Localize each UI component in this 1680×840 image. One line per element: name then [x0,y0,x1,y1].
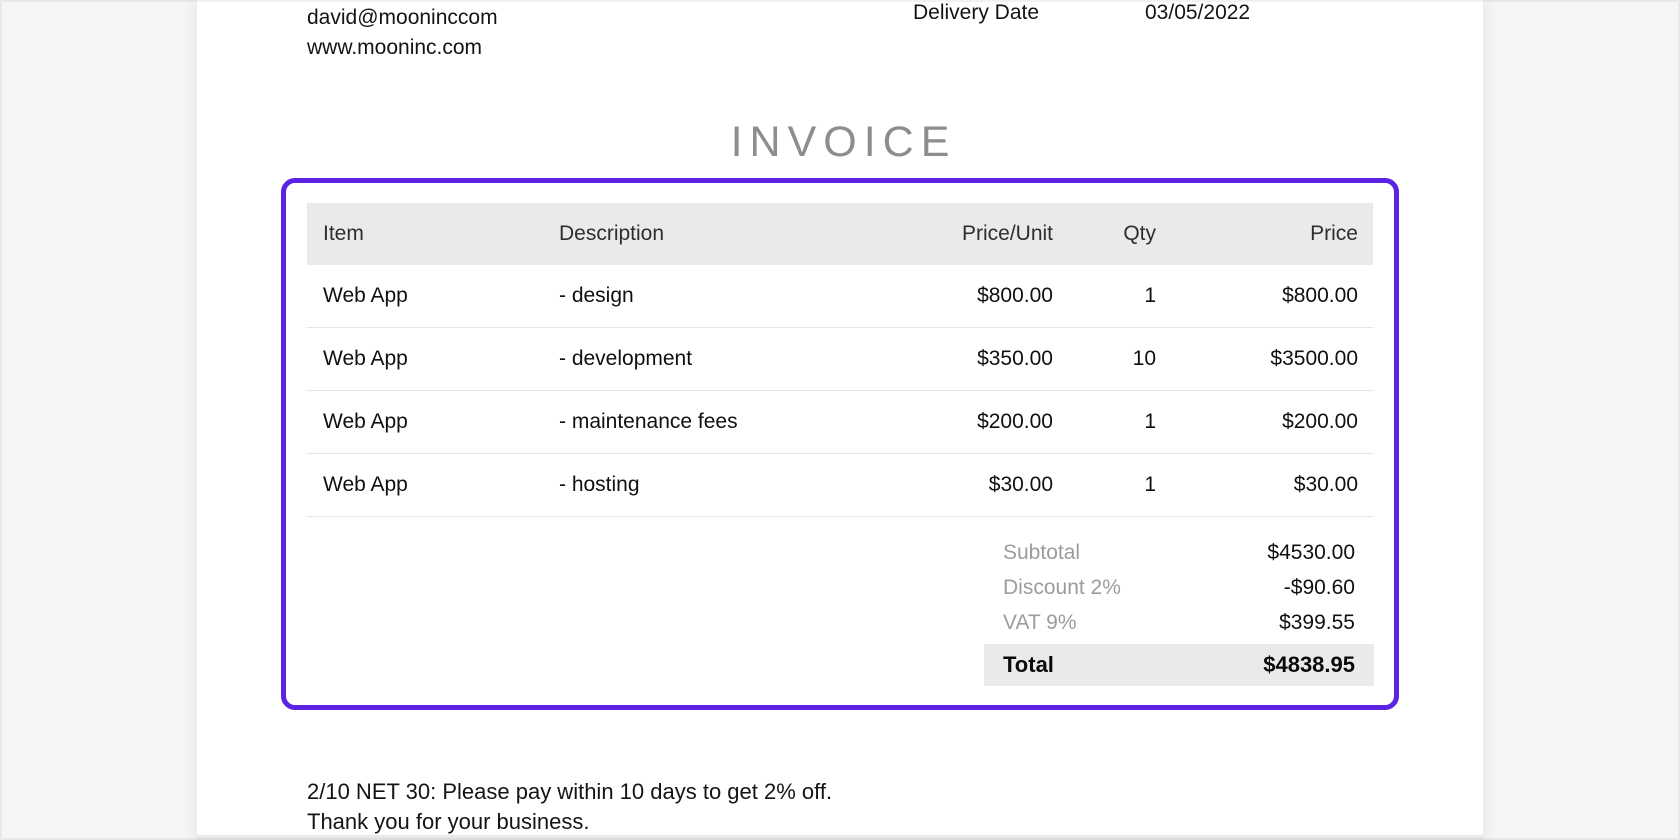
contact-website: www.mooninc.com [307,36,483,59]
column-header-item: Item [323,222,364,245]
table-row: Web App - development $350.00 10 $3500.0… [307,328,1373,391]
invoice-page: david@mooninccom www.mooninc.com Deliver… [197,0,1483,840]
summary-label: Subtotal [1003,540,1081,564]
payment-terms-note: 2/10 NET 30: Please pay within 10 days t… [307,779,833,804]
summary-block: Subtotal $4530.00 Discount 2% -$90.60 VA… [984,535,1374,686]
thank-you-note: Thank you for your business. [307,809,590,834]
summary-label: VAT 9% [1003,610,1077,634]
total-label: Total [1003,652,1054,677]
price-unit-cell: $800.00 [977,284,1053,307]
summary-row: VAT 9% $399.55 [984,605,1374,640]
price-cell: $3500.00 [1270,347,1358,370]
items-table: Item Description Price/Unit Qty Price We… [307,203,1373,517]
column-header-qty: Qty [1123,222,1156,245]
qty-cell: 1 [1144,284,1156,307]
description-cell: - development [559,347,693,370]
total-row: Total $4838.95 [984,644,1374,686]
price-unit-cell: $30.00 [988,473,1053,496]
qty-cell: 10 [1132,347,1156,370]
price-cell: $200.00 [1282,410,1358,433]
summary-value: $4530.00 [1267,540,1355,564]
summary-value: $399.55 [1279,610,1355,634]
item-cell: Web App [323,410,408,433]
column-header-description: Description [559,222,665,245]
invoice-table-block[interactable]: Item Description Price/Unit Qty Price We… [281,178,1399,710]
delivery-date-value: 03/05/2022 [1145,1,1251,24]
column-header-price-unit: Price/Unit [961,222,1053,245]
summary-label: Discount 2% [1003,575,1121,599]
qty-cell: 1 [1144,410,1156,433]
summary-row: Discount 2% -$90.60 [984,570,1374,605]
price-unit-cell: $350.00 [977,347,1053,370]
description-cell: - design [559,284,634,307]
footer-notes: 2/10 NET 30: Please pay within 10 days t… [307,777,832,837]
description-cell: - hosting [559,473,640,496]
invoice-title: INVOICE [730,118,957,166]
page-bottom-strip [197,835,1483,840]
item-cell: Web App [323,284,408,307]
table-row: Web App - design $800.00 1 $800.00 [307,265,1373,328]
item-cell: Web App [323,473,408,496]
price-cell: $30.00 [1293,473,1358,496]
price-cell: $800.00 [1282,284,1358,307]
summary-value: -$90.60 [1283,575,1355,599]
table-row: Web App - hosting $30.00 1 $30.00 [307,454,1373,517]
delivery-date-label: Delivery Date [913,1,1040,24]
summary-row: Subtotal $4530.00 [984,535,1374,570]
qty-cell: 1 [1144,473,1156,496]
contact-email: david@mooninccom [307,6,498,29]
contact-block: david@mooninccom www.mooninc.com [307,3,498,63]
table-row: Web App - maintenance fees $200.00 1 $20… [307,391,1373,454]
description-cell: - maintenance fees [559,410,738,433]
item-cell: Web App [323,347,408,370]
price-unit-cell: $200.00 [977,410,1053,433]
total-value: $4838.95 [1263,652,1355,677]
table-header-row: Item Description Price/Unit Qty Price [307,203,1373,265]
column-header-price: Price [1310,222,1358,245]
